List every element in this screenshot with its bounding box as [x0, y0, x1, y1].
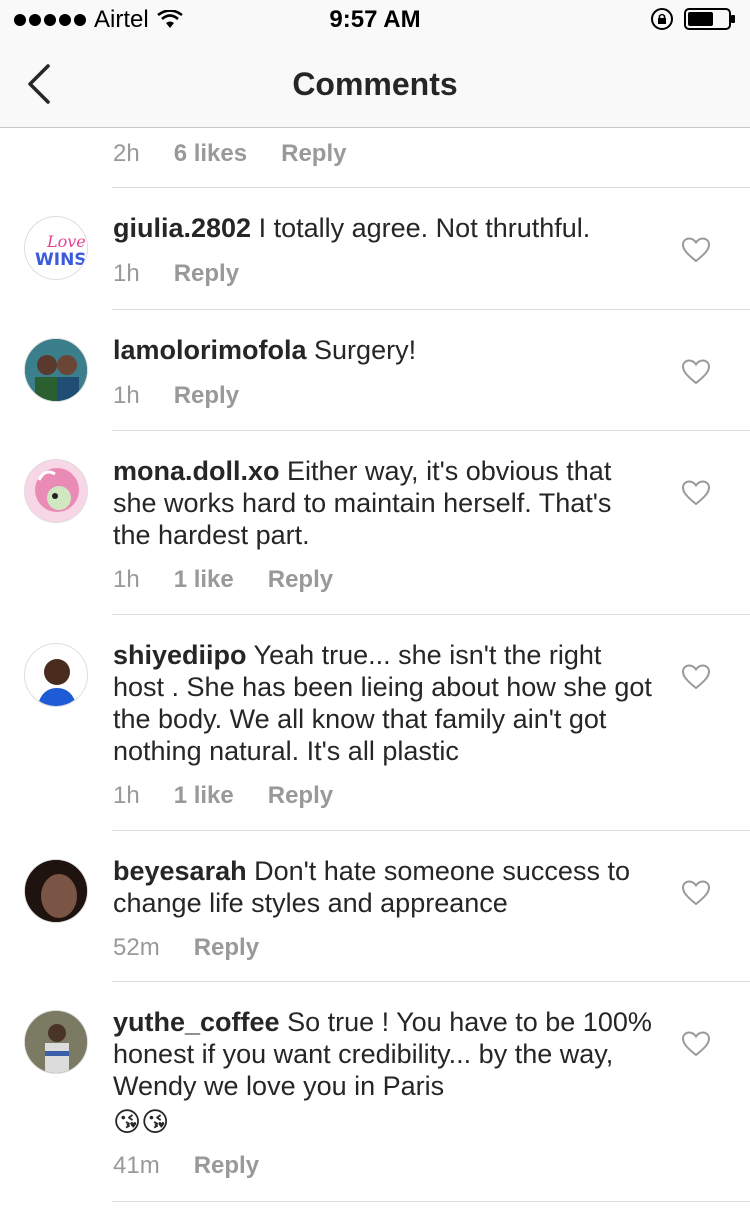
comment-meta: 41m Reply [113, 1152, 259, 1180]
comment-username[interactable]: beyesarah [113, 856, 247, 886]
svg-text:Love: Love [46, 232, 86, 251]
comment-username[interactable]: giulia.2802 [113, 213, 251, 243]
comment-item: beyesarah Don't hate someone success to … [0, 831, 750, 981]
rotation-lock-icon [651, 8, 673, 30]
comment-username[interactable]: shiyediipo [113, 640, 247, 670]
reply-button[interactable]: Reply [174, 382, 239, 410]
comment-meta: 1h 1 like Reply [113, 566, 333, 594]
comment-text: yuthe_coffee So true ! You have to be 10… [113, 1006, 653, 1138]
like-heart-icon[interactable] [682, 359, 710, 385]
navigation-bar: Comments [0, 40, 750, 128]
comment-text: mona.doll.xo Either way, it's obvious th… [113, 455, 653, 551]
comment-message: I totally agree. Not thruthful. [251, 213, 591, 243]
reply-button[interactable]: Reply [281, 140, 346, 168]
comment-username[interactable]: mona.doll.xo [113, 456, 280, 486]
like-heart-icon[interactable] [682, 664, 710, 690]
comment-time: 1h [113, 382, 140, 409]
status-right [650, 7, 736, 31]
divider [112, 1201, 750, 1202]
partial-comment-meta: 2h 6 likes Reply [113, 140, 346, 168]
avatar[interactable] [24, 459, 88, 523]
like-heart-icon[interactable] [682, 1031, 710, 1057]
avatar[interactable]: Love WINS [24, 216, 88, 280]
comment-time: 1h [113, 782, 140, 809]
avatar[interactable] [24, 643, 88, 707]
like-heart-icon[interactable] [682, 237, 710, 263]
comment-time: 2h [113, 140, 140, 167]
comment-time: 1h [113, 566, 140, 593]
battery-icon [684, 8, 735, 30]
reply-button[interactable]: Reply [174, 260, 239, 288]
profile-photo-image [25, 339, 87, 401]
comment-item: lamolorimofola Surgery! 1h Reply [0, 310, 750, 431]
comment-time: 52m [113, 934, 160, 961]
comment-time: 1h [113, 260, 140, 287]
status-bar: Airtel 9:57 AM [0, 0, 750, 40]
profile-photo-image [25, 644, 87, 706]
comment-time: 41m [113, 1152, 160, 1179]
cartoon-doll-avatar-image [25, 460, 87, 522]
svg-text:WINS: WINS [35, 250, 87, 270]
comment-text: shiyediipo Yeah true... she isn't the ri… [113, 639, 653, 767]
comment-likes[interactable]: 1 like [174, 566, 234, 594]
comment-text: giulia.2802 I totally agree. Not thruthf… [113, 212, 653, 244]
comment-meta: 1h Reply [113, 382, 239, 410]
avatar[interactable] [24, 338, 88, 402]
avatar[interactable] [24, 1010, 88, 1074]
like-heart-icon[interactable] [682, 880, 710, 906]
comment-meta: 52m Reply [113, 934, 259, 962]
page-title: Comments [292, 66, 458, 102]
comment-text: lamolorimofola Surgery! [113, 334, 653, 366]
comment-item: shiyediipo Yeah true... she isn't the ri… [0, 615, 750, 830]
comment-likes[interactable]: 1 like [174, 782, 234, 810]
comment-item: Love WINS giulia.2802 I totally agree. N… [0, 188, 750, 309]
comment-text: beyesarah Don't hate someone success to … [113, 855, 653, 919]
reply-button[interactable]: Reply [194, 934, 259, 962]
avatar[interactable] [24, 859, 88, 923]
comment-username[interactable]: lamolorimofola [113, 335, 307, 365]
profile-photo-image [25, 860, 87, 922]
comment-username[interactable]: yuthe_coffee [113, 1007, 280, 1037]
status-time: 9:57 AM [329, 6, 421, 33]
reply-button[interactable]: Reply [194, 1152, 259, 1180]
comment-item: yuthe_coffee So true ! You have to be 10… [0, 982, 750, 1202]
comment-likes[interactable]: 6 likes [174, 140, 247, 168]
love-wins-avatar-image: Love WINS [25, 217, 87, 279]
reply-button[interactable]: Reply [268, 566, 333, 594]
like-heart-icon[interactable] [682, 480, 710, 506]
profile-photo-image [25, 1011, 87, 1073]
comment-meta: 1h Reply [113, 260, 239, 288]
comment-message: Surgery! [306, 335, 417, 365]
comment-meta: 1h 1 like Reply [113, 782, 333, 810]
reply-button[interactable]: Reply [268, 782, 333, 810]
comment-item: mona.doll.xo Either way, it's obvious th… [0, 431, 750, 614]
emoji-row: 😘😘 [113, 1107, 170, 1137]
